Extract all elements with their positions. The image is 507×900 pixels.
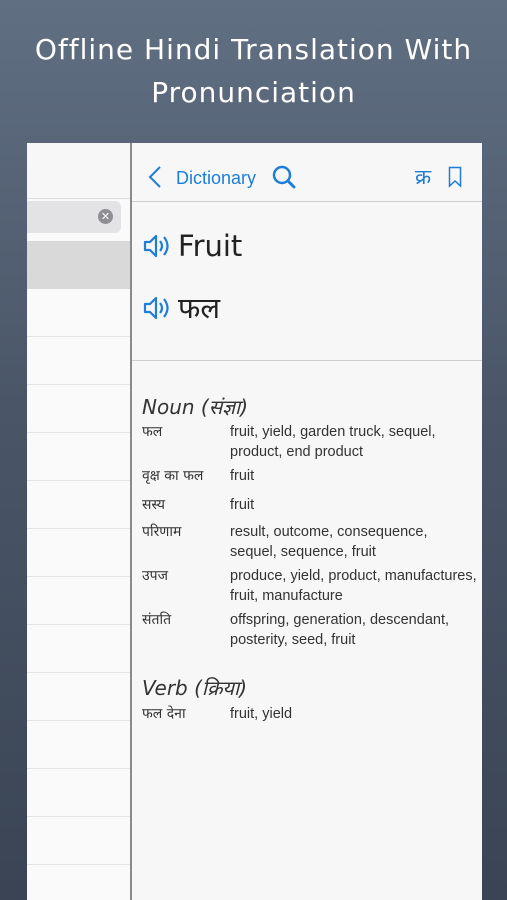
list-item-selected[interactable] <box>27 241 131 289</box>
list-item[interactable] <box>27 625 131 673</box>
bookmark-icon[interactable] <box>448 166 462 188</box>
word-list-panel: ✕ <box>27 143 131 900</box>
definition-row: उपज produce, yield, product, manufacture… <box>142 566 478 606</box>
english-meanings: produce, yield, product, manufactures, f… <box>230 568 477 604</box>
hindi-term: वृक्ष का फल <box>142 468 204 484</box>
definition-panel: Dictionary क्र Fruit फल Noun (संज्ञा) फल… <box>132 143 482 900</box>
search-input[interactable]: ✕ <box>27 201 121 233</box>
list-item[interactable] <box>27 865 131 900</box>
definition-row: संतति offspring, generation, descendant,… <box>142 610 478 650</box>
hindi-word-row: फल <box>142 288 220 327</box>
definition-row: फल fruit, yield, garden truck, sequel, p… <box>142 422 478 462</box>
list-item[interactable] <box>27 481 131 529</box>
promo-headline: Offline Hindi Translation With Pronuncia… <box>0 28 507 114</box>
english-word-row: Fruit <box>142 229 242 263</box>
hindi-keyboard-icon[interactable]: क्र <box>415 163 431 191</box>
hindi-term: उपज <box>142 568 169 584</box>
list-item[interactable] <box>27 433 131 481</box>
verb-heading: Verb (क्रिया) <box>142 676 248 700</box>
list-item[interactable] <box>27 289 131 337</box>
list-header <box>27 143 131 199</box>
list-item[interactable] <box>27 529 131 577</box>
speaker-icon[interactable] <box>142 293 172 323</box>
hindi-term: संतति <box>142 612 172 628</box>
list-item[interactable] <box>27 817 131 865</box>
back-button[interactable]: Dictionary <box>176 168 256 189</box>
english-meanings: fruit, yield, garden truck, sequel, prod… <box>230 424 436 460</box>
headline-line-1: Offline Hindi Translation With <box>34 33 473 66</box>
search-icon[interactable] <box>272 165 296 189</box>
definition-row: फल देना fruit, yield <box>142 704 478 724</box>
hindi-term: फल देना <box>142 706 186 722</box>
noun-heading: Noun (संज्ञा) <box>142 395 249 419</box>
hindi-term: फल <box>142 424 163 440</box>
english-meanings: result, outcome, consequence, sequel, se… <box>230 524 428 560</box>
hindi-term: सस्य <box>142 497 166 513</box>
english-meanings: offspring, generation, descendant, poste… <box>230 612 450 648</box>
device-screen: ✕ Dictionary क्र Fruit फल Noun (संज्ञा) … <box>27 143 482 900</box>
list-item[interactable] <box>27 769 131 817</box>
list-item[interactable] <box>27 385 131 433</box>
section-divider <box>132 360 482 361</box>
hindi-term: परिणाम <box>142 524 182 540</box>
english-meanings: fruit, yield <box>230 706 293 722</box>
english-meanings: fruit <box>230 468 255 484</box>
english-meanings: fruit <box>230 497 255 513</box>
hindi-word: फल <box>178 291 221 325</box>
clear-icon[interactable]: ✕ <box>98 209 113 224</box>
nav-bar: Dictionary क्र <box>132 143 482 202</box>
list-item[interactable] <box>27 721 131 769</box>
chevron-left-icon[interactable] <box>148 165 162 189</box>
definition-row: परिणाम result, outcome, consequence, seq… <box>142 522 478 562</box>
definition-row: सस्य fruit <box>142 495 478 515</box>
english-word: Fruit <box>178 229 243 263</box>
list-item[interactable] <box>27 577 131 625</box>
speaker-icon[interactable] <box>142 231 172 261</box>
definition-row: वृक्ष का फल fruit <box>142 466 478 486</box>
list-item[interactable] <box>27 673 131 721</box>
headline-line-2: Pronunciation <box>151 76 356 109</box>
list-item[interactable] <box>27 337 131 385</box>
